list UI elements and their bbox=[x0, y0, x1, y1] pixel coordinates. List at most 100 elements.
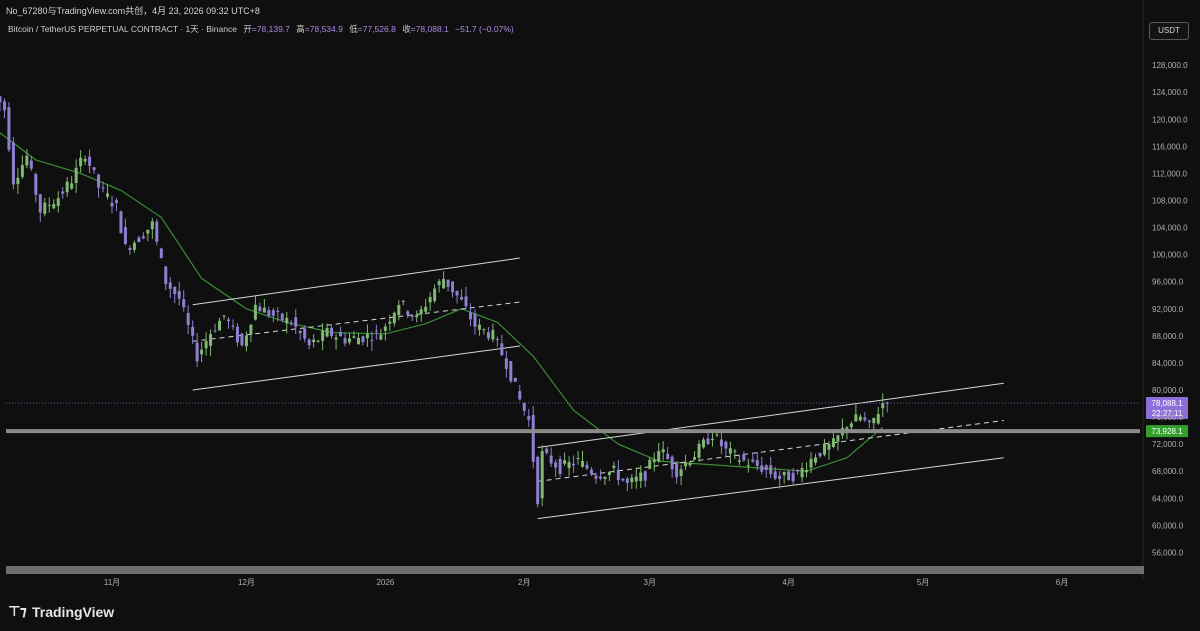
candle-up bbox=[661, 449, 665, 453]
candle-down bbox=[271, 310, 275, 316]
price-tick-label: 84,000.0 bbox=[1152, 359, 1184, 368]
candle-down bbox=[460, 296, 464, 300]
candle-up bbox=[56, 198, 60, 207]
candle-down bbox=[7, 107, 11, 150]
candle-up bbox=[285, 317, 289, 324]
candle-down bbox=[863, 417, 867, 421]
candle-down bbox=[330, 327, 334, 337]
candle-up bbox=[334, 337, 338, 340]
candle-up bbox=[733, 450, 737, 452]
candle-up bbox=[325, 328, 329, 337]
candle-up bbox=[679, 469, 683, 476]
candle-down bbox=[509, 361, 513, 382]
tradingview-mark-icon: ⊤⁊ bbox=[8, 604, 27, 620]
candle-down bbox=[128, 247, 132, 250]
candle-up bbox=[379, 334, 383, 340]
horizontal-level-line[interactable] bbox=[6, 429, 1140, 434]
candle-up bbox=[442, 278, 446, 289]
candle-down bbox=[38, 194, 42, 213]
candle-down bbox=[495, 339, 499, 341]
last-price-label: 78,088.1 bbox=[1151, 399, 1183, 408]
price-chart[interactable]: 73,928.178,088.122:27:11 56,000.060,000.… bbox=[0, 0, 1200, 600]
candle-down bbox=[374, 330, 378, 332]
candle-down bbox=[778, 475, 782, 480]
candle-down bbox=[177, 291, 181, 299]
candle-down bbox=[486, 332, 490, 339]
candle-down bbox=[168, 282, 172, 289]
tradingview-logo: ⊤⁊ TradingView bbox=[8, 603, 114, 621]
candle-down bbox=[101, 187, 105, 189]
candle-up bbox=[244, 335, 248, 347]
candle-up bbox=[419, 309, 423, 315]
channel-line[interactable] bbox=[192, 345, 520, 391]
candle-up bbox=[424, 306, 428, 312]
candle-down bbox=[276, 310, 280, 312]
brand-name: TradingView bbox=[31, 604, 115, 620]
candle-down bbox=[159, 248, 163, 258]
candle-down bbox=[751, 459, 755, 462]
candle-down bbox=[303, 328, 307, 339]
candle-up bbox=[262, 307, 266, 313]
candle-down bbox=[598, 476, 602, 479]
candle-up bbox=[204, 341, 208, 349]
candle-up bbox=[316, 340, 320, 342]
candle-down bbox=[110, 202, 114, 207]
candle-up bbox=[854, 414, 858, 422]
price-tick-label: 64,000.0 bbox=[1152, 494, 1184, 503]
candle-down bbox=[585, 464, 589, 469]
candle-down bbox=[446, 279, 450, 287]
channel-line[interactable] bbox=[537, 382, 1004, 449]
candle-down bbox=[92, 167, 96, 171]
candle-up bbox=[209, 334, 213, 346]
candle-down bbox=[464, 296, 468, 307]
candle-down bbox=[818, 452, 822, 457]
candle-down bbox=[235, 326, 239, 343]
candle-down bbox=[518, 391, 522, 400]
time-tick-label: 2月 bbox=[518, 578, 530, 587]
candle-down bbox=[594, 475, 598, 479]
channel-line[interactable] bbox=[192, 257, 520, 306]
candle-down bbox=[589, 469, 593, 475]
candle-down bbox=[227, 319, 231, 322]
candle-down bbox=[706, 438, 710, 445]
candle-up bbox=[881, 403, 885, 409]
price-tick-label: 100,000.0 bbox=[1152, 251, 1188, 260]
candle-up bbox=[612, 465, 616, 468]
price-tick-label: 88,000.0 bbox=[1152, 332, 1184, 341]
candle-up bbox=[688, 463, 692, 466]
candle-down bbox=[616, 469, 620, 481]
candle-down bbox=[343, 338, 347, 344]
candle-down bbox=[787, 471, 791, 481]
candle-down bbox=[755, 460, 759, 467]
candle-down bbox=[88, 156, 92, 166]
candle-up bbox=[222, 315, 226, 317]
price-tick-label: 56,000.0 bbox=[1152, 548, 1184, 557]
candle-down bbox=[764, 465, 768, 470]
candle-down bbox=[572, 463, 576, 466]
candle-up bbox=[715, 434, 719, 436]
candle-down bbox=[267, 310, 271, 316]
candle-up bbox=[827, 443, 831, 450]
time-tick-label: 4月 bbox=[782, 578, 794, 587]
price-tick-label: 72,000.0 bbox=[1152, 440, 1184, 449]
candle-up bbox=[634, 476, 638, 482]
price-tick-label: 116,000.0 bbox=[1152, 142, 1188, 151]
candle-down bbox=[182, 299, 186, 308]
candle-up bbox=[70, 183, 74, 189]
candle-up bbox=[312, 339, 316, 343]
price-tick-label: 128,000.0 bbox=[1152, 61, 1188, 70]
candle-down bbox=[675, 463, 679, 478]
candle-down bbox=[231, 325, 235, 327]
candle-up bbox=[849, 423, 853, 428]
candle-down bbox=[123, 227, 127, 244]
candle-down bbox=[361, 336, 365, 343]
level-price-label: 73,928.1 bbox=[1151, 427, 1183, 436]
candle-up bbox=[79, 157, 83, 166]
candle-down bbox=[500, 343, 504, 356]
time-scrollbar[interactable] bbox=[6, 566, 1144, 574]
candle-up bbox=[146, 229, 150, 234]
price-axis-separator bbox=[1142, 0, 1144, 580]
candle-down bbox=[61, 191, 65, 194]
candle-up bbox=[383, 326, 387, 331]
candle-down bbox=[240, 333, 244, 346]
